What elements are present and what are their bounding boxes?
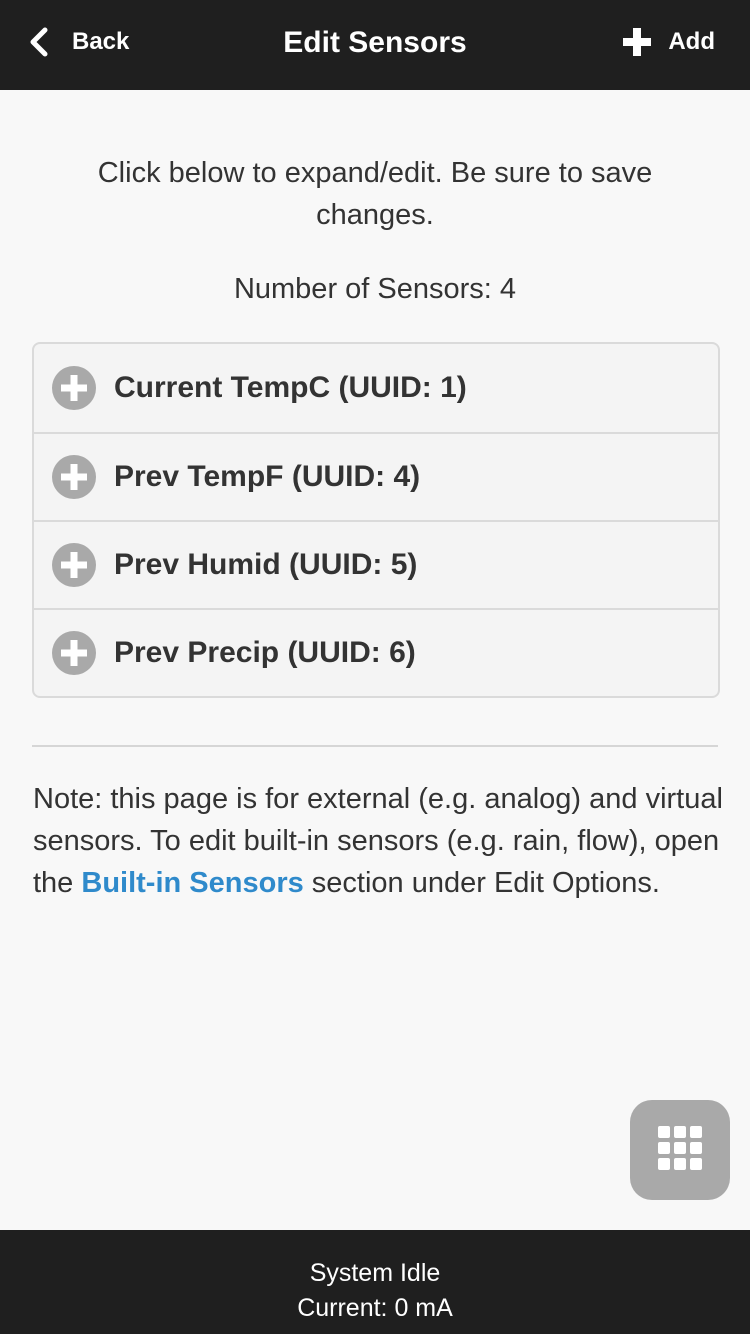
status-footer: System Idle Current: 0 mA bbox=[0, 1230, 750, 1334]
intro-text: Click below to expand/edit. Be sure to s… bbox=[97, 157, 653, 231]
back-button[interactable]: Back bbox=[28, 24, 129, 60]
sensor-item-label: Current TempC (UUID: 1) bbox=[114, 371, 467, 404]
back-label: Back bbox=[72, 28, 130, 55]
divider bbox=[32, 745, 718, 747]
plus-icon bbox=[622, 27, 652, 57]
sensor-item-label: Prev Precip (UUID: 6) bbox=[114, 636, 416, 669]
sensor-item[interactable]: Prev Humid (UUID: 5) bbox=[34, 520, 718, 608]
plus-circle-icon bbox=[52, 366, 96, 410]
current-reading: Current: 0 mA bbox=[297, 1294, 453, 1322]
plus-circle-icon bbox=[52, 543, 96, 587]
built-in-sensors-link[interactable]: Built-in Sensors bbox=[81, 867, 303, 899]
chevron-left-icon bbox=[28, 27, 50, 57]
system-status: System Idle bbox=[309, 1259, 441, 1287]
grid-menu-button[interactable] bbox=[630, 1100, 730, 1200]
plus-circle-icon bbox=[52, 455, 96, 499]
sensor-item-label: Prev TempF (UUID: 4) bbox=[114, 460, 421, 493]
grid-icon bbox=[658, 1125, 702, 1175]
sensor-count: Number of Sensors: 4 bbox=[233, 273, 517, 305]
sensor-item-label: Prev Humid (UUID: 5) bbox=[114, 548, 418, 581]
sensor-item[interactable]: Prev Precip (UUID: 6) bbox=[34, 608, 718, 696]
sensor-item[interactable]: Current TempC (UUID: 1) bbox=[34, 344, 718, 432]
header-bar: Back Edit Sensors Add bbox=[0, 0, 750, 90]
note-text: Note: this page is for external (e.g. an… bbox=[33, 778, 723, 904]
main-content: Click below to expand/edit. Be sure to s… bbox=[0, 90, 750, 899]
sensor-item[interactable]: Prev TempF (UUID: 4) bbox=[34, 432, 718, 520]
plus-circle-icon bbox=[52, 631, 96, 675]
add-label: Add bbox=[668, 28, 715, 55]
note-text-after: section under Edit Options. bbox=[303, 867, 660, 899]
add-button[interactable]: Add bbox=[622, 24, 715, 60]
sensor-list: Current TempC (UUID: 1) Prev TempF (UUID… bbox=[32, 342, 720, 698]
